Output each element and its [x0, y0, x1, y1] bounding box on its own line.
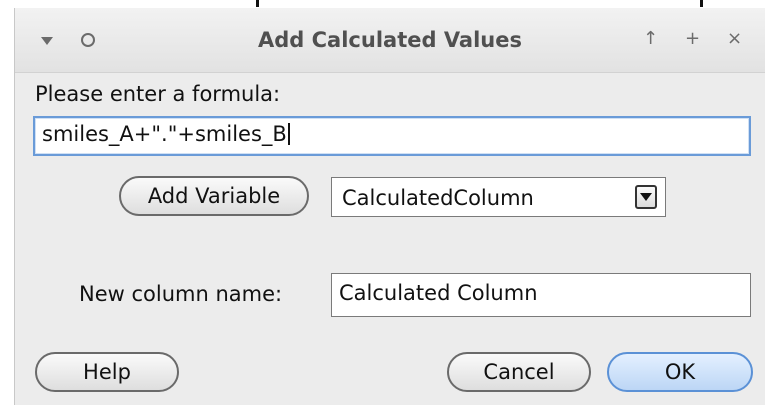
text-caret — [287, 123, 290, 145]
title-bar[interactable]: Add Calculated Values ↑ + × — [15, 8, 765, 73]
variable-select[interactable]: CalculatedColumn — [331, 177, 666, 217]
new-column-name-label: New column name: — [79, 282, 283, 306]
formula-input[interactable]: smiles_A+"."+smiles_B — [33, 116, 751, 156]
background-mark — [700, 0, 703, 7]
formula-prompt-label: Please enter a formula: — [35, 82, 281, 106]
formula-input-text: smiles_A+"."+smiles_B — [42, 122, 287, 146]
move-up-icon[interactable]: ↑ — [643, 28, 658, 50]
background-strip — [0, 0, 765, 8]
chevron-down-icon[interactable] — [635, 185, 657, 209]
maximize-icon[interactable]: + — [685, 28, 700, 50]
new-column-name-input[interactable]: Calculated Column — [331, 273, 751, 317]
add-calculated-values-dialog: Add Calculated Values ↑ + × Please enter… — [14, 8, 765, 405]
close-icon[interactable]: × — [727, 28, 742, 50]
add-variable-button[interactable]: Add Variable — [119, 176, 309, 216]
variable-select-value: CalculatedColumn — [342, 186, 534, 210]
ok-button[interactable]: OK — [607, 352, 753, 392]
cancel-button[interactable]: Cancel — [447, 352, 591, 392]
help-button[interactable]: Help — [35, 352, 179, 392]
background-mark — [256, 0, 259, 7]
